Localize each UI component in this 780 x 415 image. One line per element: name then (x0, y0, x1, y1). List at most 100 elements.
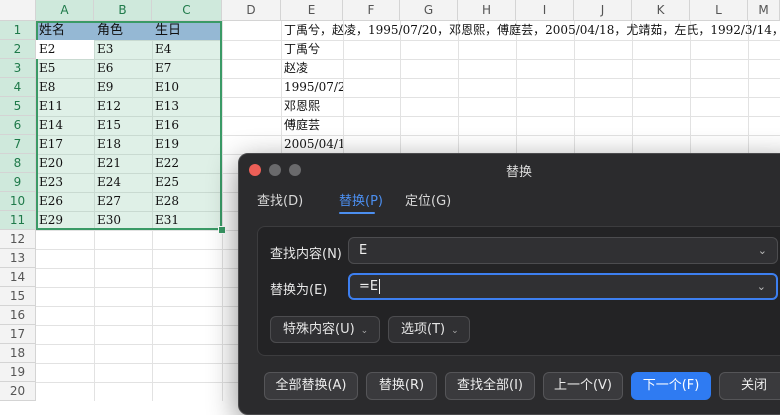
row-header-11[interactable]: 11 (0, 211, 36, 230)
column-header-c[interactable]: C (152, 0, 222, 21)
row-header-19[interactable]: 19 (0, 363, 36, 382)
column-header-b[interactable]: B (94, 0, 152, 21)
cell-c10[interactable]: E28 (152, 192, 222, 211)
row-header-9[interactable]: 9 (0, 173, 36, 192)
cell-a8[interactable]: E20 (36, 154, 94, 173)
cell-b9[interactable]: E24 (94, 173, 152, 192)
cell-a10[interactable]: E26 (36, 192, 94, 211)
cell-b5[interactable]: E12 (94, 97, 152, 116)
cell-c8[interactable]: E22 (152, 154, 222, 173)
cell-e5[interactable]: 邓恩熙 (281, 97, 343, 116)
chevron-down-icon: ⌄ (451, 326, 459, 336)
find-all-button[interactable]: 查找全部(I) (445, 372, 535, 400)
cell-e4[interactable]: 1995/07/20 (281, 78, 343, 97)
dialog-title: 替换 (505, 165, 532, 180)
column-header-f[interactable]: F (343, 0, 400, 21)
chevron-down-icon: ⌄ (360, 326, 369, 336)
row-header-1[interactable]: 1 (0, 21, 36, 40)
column-header-i[interactable]: I (516, 0, 574, 21)
cell-e7[interactable]: 2005/04/18 (281, 135, 343, 154)
cell-b11[interactable]: E30 (94, 211, 152, 230)
row-header-20[interactable]: 20 (0, 382, 36, 401)
cell-c7[interactable]: E19 (152, 135, 222, 154)
cell-b10[interactable]: E27 (94, 192, 152, 211)
tab-goto[interactable]: 定位(G) (405, 190, 451, 209)
cell-e3[interactable]: 赵凌 (281, 59, 343, 78)
cell-c1[interactable]: 生日 (152, 21, 222, 40)
previous-button[interactable]: 上一个(V) (543, 372, 623, 400)
find-label: 查找内容(N) (270, 247, 342, 262)
options-label: 选项(T) (401, 322, 446, 337)
cell-b1[interactable]: 角色 (94, 21, 152, 40)
cell-c3[interactable]: E7 (152, 59, 222, 78)
row-header-18[interactable]: 18 (0, 344, 36, 363)
select-all-corner[interactable] (0, 0, 36, 21)
cell-a5[interactable]: E11 (36, 97, 94, 116)
cell-a9[interactable]: E23 (36, 173, 94, 192)
next-button[interactable]: 下一个(F) (631, 372, 711, 400)
cell-a2[interactable]: E2 (36, 40, 94, 59)
cell-b8[interactable]: E21 (94, 154, 152, 173)
column-header-l[interactable]: L (690, 0, 748, 21)
cell-e2[interactable]: 丁禹兮 (281, 40, 343, 59)
cell-c9[interactable]: E25 (152, 173, 222, 192)
cell-b7[interactable]: E18 (94, 135, 152, 154)
text-caret (379, 279, 381, 294)
special-content-button[interactable]: 特殊内容(U) ⌄ (270, 316, 380, 343)
column-header-g[interactable]: G (400, 0, 458, 21)
row-header-15[interactable]: 15 (0, 287, 36, 306)
cell-b6[interactable]: E15 (94, 116, 152, 135)
row-header-7[interactable]: 7 (0, 135, 36, 154)
row-header-6[interactable]: 6 (0, 116, 36, 135)
cell-a6[interactable]: E14 (36, 116, 94, 135)
tab-replace[interactable]: 替换(P) (339, 190, 383, 209)
row-header-8[interactable]: 8 (0, 154, 36, 173)
column-header-j[interactable]: J (574, 0, 632, 21)
active-tab-indicator (339, 212, 375, 214)
cell-a3[interactable]: E5 (36, 59, 94, 78)
replace-input[interactable]: =E ⌄ (348, 273, 778, 300)
cell-b4[interactable]: E9 (94, 78, 152, 97)
find-input[interactable]: E ⌄ (348, 237, 778, 264)
row-header-16[interactable]: 16 (0, 306, 36, 325)
cell-c5[interactable]: E13 (152, 97, 222, 116)
dialog-titlebar[interactable]: 替换 (239, 154, 780, 184)
column-header-d[interactable]: D (222, 0, 281, 21)
column-header-a[interactable]: A (36, 0, 94, 21)
row-header-17[interactable]: 17 (0, 325, 36, 344)
close-button[interactable]: 关闭 (719, 372, 780, 400)
special-content-label: 特殊内容(U) (283, 322, 355, 337)
column-header-k[interactable]: K (632, 0, 690, 21)
cell-a1[interactable]: 姓名 (36, 21, 94, 40)
cell-e6[interactable]: 傅庭芸 (281, 116, 343, 135)
row-header-3[interactable]: 3 (0, 59, 36, 78)
chevron-down-icon[interactable]: ⌄ (757, 275, 766, 298)
cell-c11[interactable]: E31 (152, 211, 222, 230)
find-input-value: E (359, 243, 368, 258)
cell-b3[interactable]: E6 (94, 59, 152, 78)
options-button[interactable]: 选项(T) ⌄ (388, 316, 470, 343)
row-header-5[interactable]: 5 (0, 97, 36, 116)
row-header-10[interactable]: 10 (0, 192, 36, 211)
row-header-2[interactable]: 2 (0, 40, 36, 59)
column-header-m[interactable]: M (748, 0, 780, 21)
row-header-13[interactable]: 13 (0, 249, 36, 268)
row-header-4[interactable]: 4 (0, 78, 36, 97)
replace-dialog: 替换 查找(D) 替换(P) 定位(G) 查找内容(N) E ⌄ 替换为(E) … (238, 153, 780, 415)
row-header-14[interactable]: 14 (0, 268, 36, 287)
cell-a4[interactable]: E8 (36, 78, 94, 97)
cell-c6[interactable]: E16 (152, 116, 222, 135)
column-header-h[interactable]: H (458, 0, 516, 21)
cell-a7[interactable]: E17 (36, 135, 94, 154)
cell-a11[interactable]: E29 (36, 211, 94, 230)
cell-c4[interactable]: E10 (152, 78, 222, 97)
cell-b2[interactable]: E3 (94, 40, 152, 59)
replace-button[interactable]: 替换(R) (366, 372, 437, 400)
chevron-down-icon[interactable]: ⌄ (758, 238, 767, 263)
tab-find[interactable]: 查找(D) (257, 190, 303, 209)
cell-c2[interactable]: E4 (152, 40, 222, 59)
column-header-e[interactable]: E (281, 0, 343, 21)
replace-all-button[interactable]: 全部替换(A) (264, 372, 358, 400)
cell-e1[interactable]: 丁禹兮，赵凌，1995/07/20，邓恩熙，傅庭芸，2005/04/18，尤靖茹… (281, 21, 780, 40)
row-header-12[interactable]: 12 (0, 230, 36, 249)
